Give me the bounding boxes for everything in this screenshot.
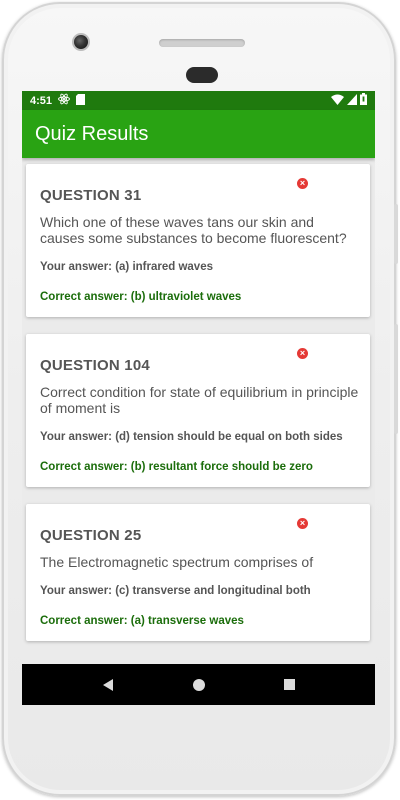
volume-button — [394, 204, 398, 264]
home-icon — [192, 678, 205, 691]
back-button[interactable] — [98, 675, 118, 695]
correct-answer: Correct answer: (b) resultant force shou… — [40, 461, 313, 473]
app-bar: Quiz Results — [22, 110, 375, 158]
correct-answer: Correct answer: (b) ultraviolet waves — [40, 291, 242, 303]
status-bar: 4:51 — [22, 91, 375, 110]
recents-icon — [284, 679, 295, 690]
earpiece-speaker — [159, 39, 245, 47]
screen: 4:51 Quiz Results QUESTION 31 × Which on… — [22, 91, 375, 705]
question-number: QUESTION 104 — [40, 357, 150, 374]
status-time: 4:51 — [30, 94, 53, 107]
power-button — [394, 324, 398, 434]
react-icon — [58, 93, 70, 108]
proximity-sensor — [186, 67, 218, 83]
home-button[interactable] — [189, 675, 209, 695]
your-answer: Your answer: (c) transverse and longitud… — [40, 585, 311, 597]
result-card[interactable]: QUESTION 25 × The Electromagnetic spectr… — [26, 504, 370, 641]
your-answer: Your answer: (a) infrared waves — [40, 261, 213, 273]
question-number: QUESTION 25 — [40, 527, 142, 544]
question-text: The Electromagnetic spectrum comprises o… — [40, 554, 314, 570]
question-text: Correct condition for state of equilibri… — [40, 384, 359, 416]
question-number: QUESTION 31 — [40, 187, 142, 204]
page-title: Quiz Results — [35, 122, 149, 145]
wrong-icon: × — [297, 348, 308, 359]
result-card[interactable]: QUESTION 31 × Which one of these waves t… — [26, 164, 370, 317]
correct-answer: Correct answer: (a) transverse waves — [40, 615, 244, 627]
results-list[interactable]: QUESTION 31 × Which one of these waves t… — [22, 158, 375, 664]
wifi-icon — [331, 94, 344, 108]
wrong-icon: × — [297, 178, 308, 189]
battery-icon — [360, 93, 367, 108]
result-card[interactable]: QUESTION 104 × Correct condition for sta… — [26, 334, 370, 487]
recents-button[interactable] — [280, 675, 300, 695]
wrong-icon: × — [297, 518, 308, 529]
front-camera — [72, 33, 90, 51]
signal-icon — [347, 93, 357, 108]
question-text: Which one of these waves tans our skin a… — [40, 214, 347, 246]
navigation-bar — [22, 664, 375, 705]
back-icon — [102, 678, 113, 691]
your-answer: Your answer: (d) tension should be equal… — [40, 431, 343, 443]
sd-card-icon — [76, 93, 86, 108]
